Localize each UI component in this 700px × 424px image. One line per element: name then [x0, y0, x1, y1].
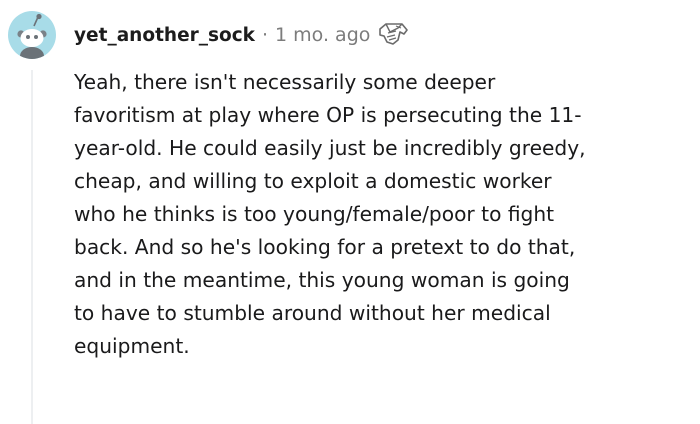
- comment-body-line: year-old. He could easily just be incred…: [74, 136, 586, 160]
- comment: yet_another_sock · 1 mo. ago Yeah, there…: [0, 0, 700, 424]
- timestamp[interactable]: 1 mo. ago: [275, 24, 370, 46]
- comment-body-line: back. And so he's looking for a pretext …: [74, 235, 576, 259]
- comment-meta: yet_another_sock · 1 mo. ago: [74, 20, 410, 50]
- comment-body-line: and in the meantime, this young woman is…: [74, 268, 570, 292]
- meta-separator: ·: [262, 24, 269, 46]
- comment-body-line: cheap, and willing to exploit a domestic…: [74, 169, 552, 193]
- comment-body-line: Yeah, there isn't necessarily some deepe…: [74, 70, 496, 94]
- snoo-avatar-icon[interactable]: [8, 11, 56, 59]
- thread-line[interactable]: [31, 70, 33, 424]
- comment-body-line: favoritism at play where OP is persecuti…: [74, 103, 582, 127]
- comment-body-line: who he thinks is too young/female/poor t…: [74, 202, 555, 226]
- comment-body: Yeah, there isn't necessarily some deepe…: [74, 66, 686, 363]
- username-link[interactable]: yet_another_sock: [74, 25, 255, 46]
- award-icon[interactable]: [376, 20, 410, 50]
- comment-body-line: to have to stumble around without her me…: [74, 301, 551, 325]
- comment-body-line: equipment.: [74, 334, 190, 358]
